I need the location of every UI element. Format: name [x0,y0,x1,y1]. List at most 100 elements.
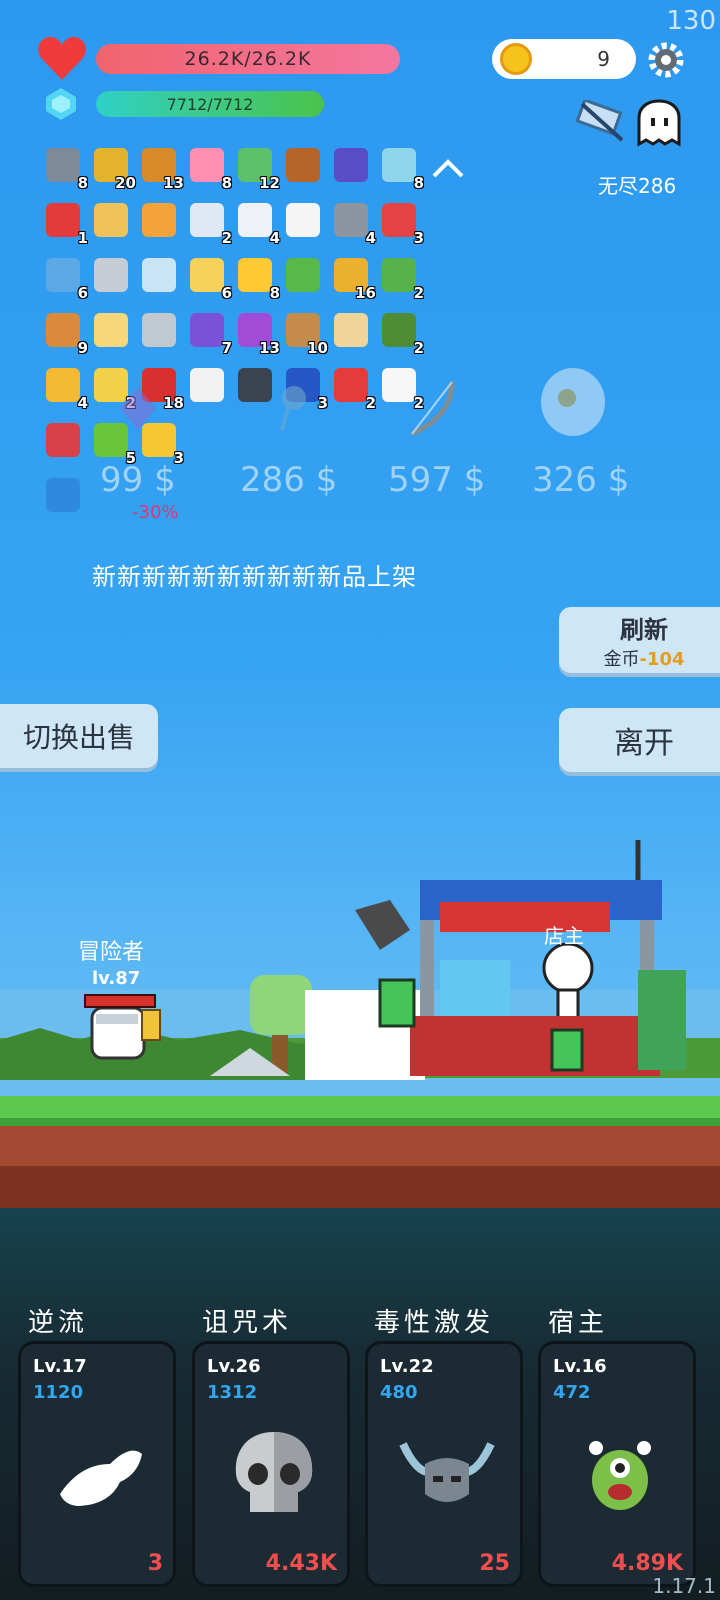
shop-price-3: 597 $ [388,460,486,500]
item-count: 1 [77,229,88,247]
inventory-slot[interactable]: 16 [332,256,376,302]
compass-icon [142,313,176,347]
item-count: 2 [221,229,232,247]
inventory-slot[interactable]: 2 [380,256,424,302]
skill-card-4[interactable]: Lv.16 472 4.89K [538,1341,696,1587]
inventory-slot[interactable]: 4 [236,201,280,247]
inventory-slot[interactable]: 20 [92,146,136,192]
skill-card-1[interactable]: Lv.17 1120 3 [18,1341,176,1587]
inventory-slot[interactable]: 2 [380,311,424,357]
skill-cost: 1120 [33,1382,84,1403]
mana-gem-icon [46,88,76,120]
item-count: 8 [413,174,424,192]
inventory-slot[interactable]: 12 [236,146,280,192]
item-count: 8 [269,284,280,302]
inventory-slot[interactable]: 3 [380,201,424,247]
inventory-slot[interactable] [332,146,376,190]
briefcase-icon [46,313,80,347]
inventory-slot[interactable] [284,256,328,300]
inventory-slot[interactable] [284,146,328,190]
skill-name-3: 毒性激发 [374,1308,495,1338]
inventory-slot[interactable]: 4 [44,366,88,412]
skill-level: Lv.26 [207,1356,261,1377]
skill-level: Lv.22 [380,1356,434,1377]
skill-cost: 472 [553,1382,591,1403]
inventory-slot[interactable]: 10 [284,311,328,357]
inventory-slot[interactable] [44,421,88,465]
item-count: 8 [77,174,88,192]
purple-crystal-icon [120,388,156,430]
speed-lines-icon [142,258,176,292]
skill-card-2[interactable]: Lv.26 1312 4.43K [192,1341,350,1587]
skill-card-3[interactable]: Lv.22 480 25 [365,1341,523,1587]
skill-count: 4.43K [265,1551,337,1576]
inventory-slot[interactable] [92,256,136,300]
leave-button[interactable]: 离开 [559,708,720,772]
inventory-slot[interactable]: 9 [44,311,88,357]
inventory-slot[interactable]: 8 [380,146,424,192]
ghost-icon[interactable] [634,98,684,150]
skill-count: 3 [147,1551,163,1576]
skill-name-2: 诅咒术 [202,1308,293,1338]
spiked-mace-icon [334,203,368,237]
wing-icon [60,1450,142,1506]
item-count: 7 [221,339,232,357]
parchment-icon [142,203,176,237]
gift-box-icon [382,203,416,237]
pill-icon [190,203,224,237]
item-count: 10 [307,339,328,357]
inventory-slot[interactable]: 8 [236,256,280,302]
item-count: 2 [365,394,376,412]
item-count: 13 [259,339,280,357]
inventory-slot[interactable]: 13 [236,311,280,357]
adventurer-level: lv.87 [92,968,141,989]
shop-item-2[interactable] [262,374,342,444]
shop-item-3[interactable] [392,376,472,446]
coin-icon [500,43,532,75]
fps-counter: 130 [666,6,716,36]
inventory-slot[interactable] [284,201,328,245]
inventory-slot[interactable]: 6 [188,256,232,302]
inventory-slot[interactable]: 8 [44,146,88,192]
star-card-icon [46,258,80,292]
inventory-slot[interactable]: 13 [140,146,184,192]
inventory-slot[interactable]: 4 [332,201,376,247]
inventory-slot[interactable]: 8 [188,146,232,192]
inventory-slot[interactable] [188,366,232,410]
horned-helmet-icon [399,1442,495,1502]
shop-announcement: 新新新新新新新新新新品上架 [92,563,417,591]
inventory-slot[interactable] [92,201,136,245]
inventory-slot[interactable] [140,201,184,245]
shop-item-4[interactable] [535,366,615,436]
refresh-button[interactable]: 刷新 金币-104 [559,607,720,673]
coin-counter: 9 [492,39,636,79]
ice-cream-icon [190,148,224,182]
gear-icon[interactable] [646,40,686,80]
inventory-slot[interactable] [140,311,184,355]
skill-level: Lv.16 [553,1356,607,1377]
heart-icon [38,36,86,80]
lamp-card-icon [46,478,80,512]
inventory-slot[interactable] [44,476,88,520]
mana-bar: 7712/7712 [96,91,324,117]
shopkeeper-label: 店主 [544,924,584,948]
cheese-icon [190,258,224,292]
dagger-icon [46,148,80,182]
shop-item-1[interactable] [108,384,188,454]
inventory-slot[interactable]: 1 [44,201,88,247]
potion-bottle-icon [46,423,80,457]
inventory-slot[interactable] [140,256,184,300]
chevron-up-icon[interactable] [428,150,468,186]
inventory-slot[interactable] [332,311,376,355]
hook-icon [94,258,128,292]
item-count: 9 [77,339,88,357]
goblin-icon [382,258,416,292]
inventory-slot[interactable] [92,311,136,355]
switch-sell-button[interactable]: 切换出售 [0,704,158,768]
sword-banner-icon[interactable] [574,100,628,144]
refresh-cost: 金币-104 [603,648,685,670]
discount-label: -30% [132,502,179,523]
inventory-slot[interactable]: 6 [44,256,88,302]
inventory-slot[interactable]: 2 [188,201,232,247]
inventory-slot[interactable]: 7 [188,311,232,357]
